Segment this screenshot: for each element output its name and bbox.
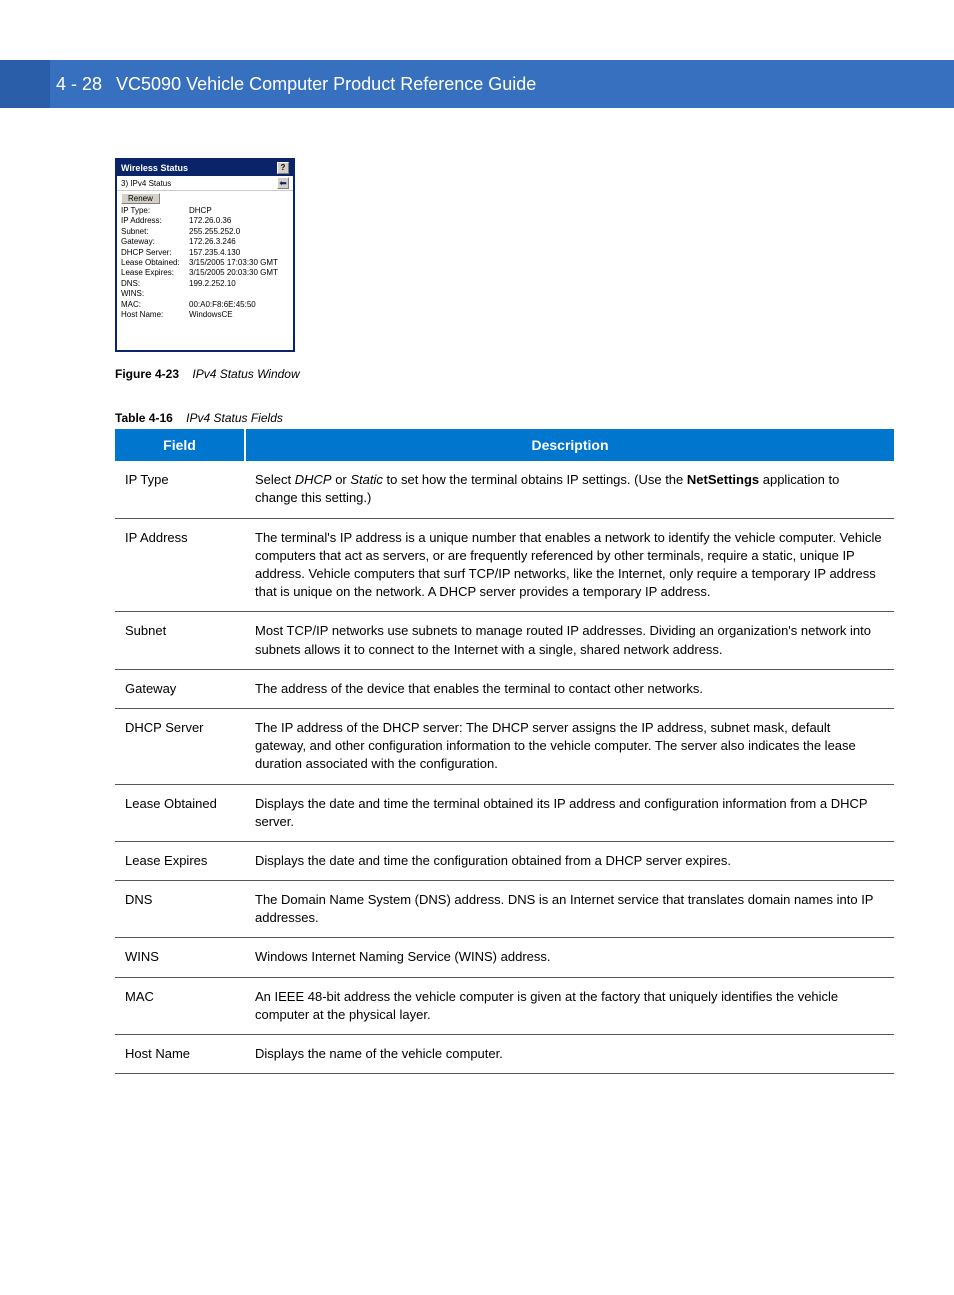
header-field: Field <box>115 429 245 461</box>
figure-wireless-status: Wireless Status ? 3) IPv4 Status ⬅ Renew… <box>115 158 894 352</box>
page-title: VC5090 Vehicle Computer Product Referenc… <box>116 74 536 95</box>
info-row: DHCP Server:157.235.4.130 <box>121 248 289 258</box>
cell-description: Displays the date and time the terminal … <box>245 784 894 841</box>
cell-description: Most TCP/IP networks use subnets to mana… <box>245 612 894 669</box>
info-row: MAC:00:A0:F8:6E:45:50 <box>121 300 289 310</box>
info-row: Host Name:WindowsCE <box>121 310 289 320</box>
renew-button[interactable]: Renew <box>121 193 160 204</box>
info-value: 172.26.3.246 <box>189 237 289 247</box>
info-label: Host Name: <box>121 310 189 320</box>
cell-field: Lease Expires <box>115 841 245 880</box>
info-label: IP Address: <box>121 216 189 226</box>
table-row: DHCP ServerThe IP address of the DHCP se… <box>115 708 894 784</box>
figure-text: IPv4 Status Window <box>192 367 299 381</box>
info-row: Lease Obtained:3/15/2005 17:03:30 GMT <box>121 258 289 268</box>
header-description: Description <box>245 429 894 461</box>
info-label: MAC: <box>121 300 189 310</box>
table-text: IPv4 Status Fields <box>186 411 283 425</box>
window-subtitle: 3) IPv4 Status <box>121 179 171 188</box>
table-label: Table 4-16 <box>115 411 173 425</box>
window-title: Wireless Status <box>121 163 188 173</box>
table-row: DNSThe Domain Name System (DNS) address.… <box>115 881 894 938</box>
info-label: Lease Expires: <box>121 268 189 278</box>
help-button[interactable]: ? <box>277 162 289 174</box>
info-value: 157.235.4.130 <box>189 248 289 258</box>
table-row: IP AddressThe terminal's IP address is a… <box>115 518 894 612</box>
cell-field: MAC <box>115 977 245 1034</box>
cell-field: IP Type <box>115 461 245 518</box>
info-value: 3/15/2005 17:03:30 GMT <box>189 258 289 268</box>
info-value: 172.26.0.36 <box>189 216 289 226</box>
info-label: DNS: <box>121 279 189 289</box>
info-row: IP Type:DHCP <box>121 206 289 216</box>
info-row: Lease Expires:3/15/2005 20:03:30 GMT <box>121 268 289 278</box>
table-row: Lease ExpiresDisplays the date and time … <box>115 841 894 880</box>
table-row: MACAn IEEE 48-bit address the vehicle co… <box>115 977 894 1034</box>
cell-description: Windows Internet Naming Service (WINS) a… <box>245 938 894 977</box>
back-button[interactable]: ⬅ <box>277 177 289 189</box>
cell-description: Select DHCP or Static to set how the ter… <box>245 461 894 518</box>
info-label: Gateway: <box>121 237 189 247</box>
cell-field: Host Name <box>115 1035 245 1074</box>
figure-label: Figure 4-23 <box>115 367 179 381</box>
back-arrow-icon: ⬅ <box>279 179 287 188</box>
cell-field: WINS <box>115 938 245 977</box>
table-row: WINSWindows Internet Naming Service (WIN… <box>115 938 894 977</box>
info-row: Subnet:255.255.252.0 <box>121 227 289 237</box>
window-subtitle-row: 3) IPv4 Status ⬅ <box>117 176 293 191</box>
cell-description: Displays the name of the vehicle compute… <box>245 1035 894 1074</box>
cell-description: The terminal's IP address is a unique nu… <box>245 518 894 612</box>
cell-description: The address of the device that enables t… <box>245 669 894 708</box>
header-left-block <box>0 60 50 108</box>
info-value <box>189 289 289 299</box>
info-row: DNS:199.2.252.10 <box>121 279 289 289</box>
info-value: WindowsCE <box>189 310 289 320</box>
info-label: Subnet: <box>121 227 189 237</box>
info-row: WINS: <box>121 289 289 299</box>
info-label: IP Type: <box>121 206 189 216</box>
table-row: GatewayThe address of the device that en… <box>115 669 894 708</box>
ipv4-status-table: Field Description IP TypeSelect DHCP or … <box>115 429 894 1074</box>
page-number: 4 - 28 <box>56 74 102 95</box>
wireless-status-window: Wireless Status ? 3) IPv4 Status ⬅ Renew… <box>115 158 295 352</box>
cell-field: DNS <box>115 881 245 938</box>
cell-field: Gateway <box>115 669 245 708</box>
info-label: Lease Obtained: <box>121 258 189 268</box>
cell-description: An IEEE 48-bit address the vehicle compu… <box>245 977 894 1034</box>
header-main: 4 - 28 VC5090 Vehicle Computer Product R… <box>50 60 954 108</box>
info-value: DHCP <box>189 206 289 216</box>
cell-description: The Domain Name System (DNS) address. DN… <box>245 881 894 938</box>
figure-caption: Figure 4-23 IPv4 Status Window <box>115 367 894 381</box>
info-row: IP Address:172.26.0.36 <box>121 216 289 226</box>
table-row: IP TypeSelect DHCP or Static to set how … <box>115 461 894 518</box>
table-header-row: Field Description <box>115 429 894 461</box>
table-caption: Table 4-16 IPv4 Status Fields <box>115 411 894 425</box>
cell-field: Lease Obtained <box>115 784 245 841</box>
table-row: SubnetMost TCP/IP networks use subnets t… <box>115 612 894 669</box>
window-titlebar: Wireless Status ? <box>117 160 293 176</box>
cell-description: The IP address of the DHCP server: The D… <box>245 708 894 784</box>
info-row: Gateway:172.26.3.246 <box>121 237 289 247</box>
cell-description: Displays the date and time the configura… <box>245 841 894 880</box>
page-header: 4 - 28 VC5090 Vehicle Computer Product R… <box>0 60 954 108</box>
info-value: 199.2.252.10 <box>189 279 289 289</box>
info-label: WINS: <box>121 289 189 299</box>
cell-field: IP Address <box>115 518 245 612</box>
info-grid: IP Type:DHCPIP Address:172.26.0.36Subnet… <box>117 204 293 350</box>
cell-field: Subnet <box>115 612 245 669</box>
table-row: Lease ObtainedDisplays the date and time… <box>115 784 894 841</box>
info-value: 00:A0:F8:6E:45:50 <box>189 300 289 310</box>
info-value: 255.255.252.0 <box>189 227 289 237</box>
info-value: 3/15/2005 20:03:30 GMT <box>189 268 289 278</box>
cell-field: DHCP Server <box>115 708 245 784</box>
info-label: DHCP Server: <box>121 248 189 258</box>
table-row: Host NameDisplays the name of the vehicl… <box>115 1035 894 1074</box>
